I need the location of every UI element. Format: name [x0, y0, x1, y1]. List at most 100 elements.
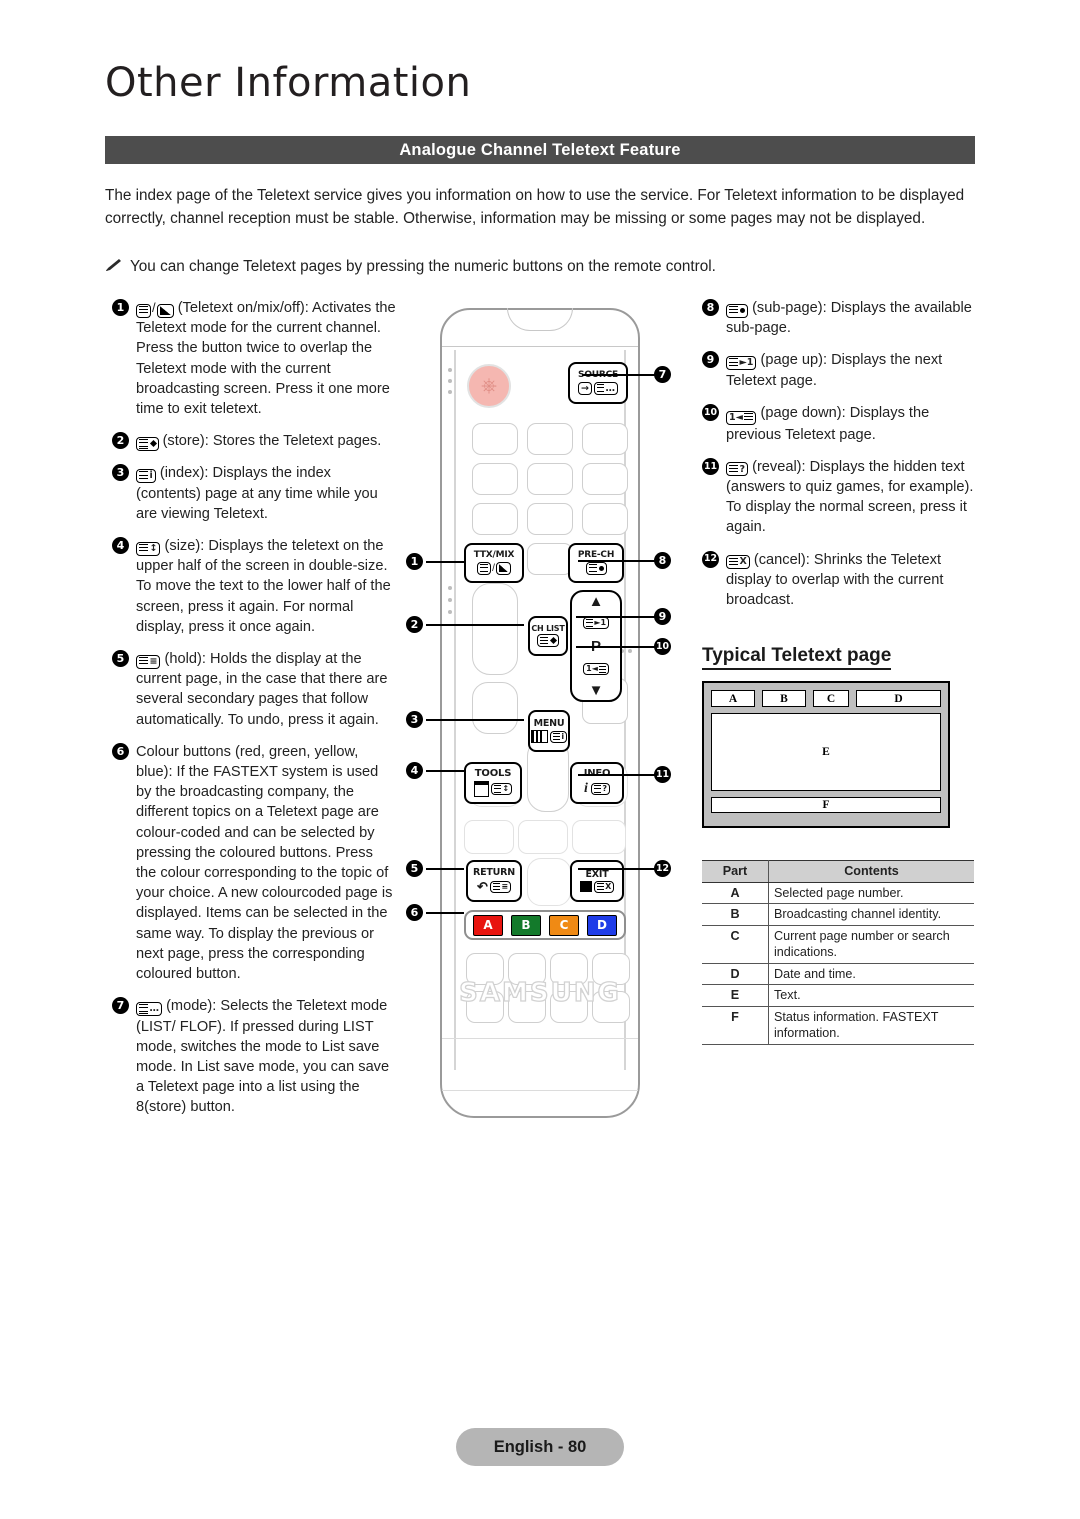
media-key[interactable]	[572, 820, 626, 854]
diagram-part-f: F	[711, 797, 941, 813]
list-item-text: ►1 (page up): Displays the next Teletext…	[726, 350, 980, 390]
column-header-part: Part	[702, 860, 769, 883]
ttx-mix-button[interactable]: TTX/MIX /	[464, 543, 524, 583]
diagram-top-row: A B C D	[711, 690, 941, 707]
callout-number: 1	[112, 299, 129, 316]
list-item-body: (reveal): Displays the hidden text (answ…	[726, 458, 974, 536]
ch-list-button[interactable]: CH LIST	[528, 616, 568, 656]
exit-button[interactable]: EXIT X	[570, 860, 624, 902]
colour-buttons-group[interactable]: A B C D	[464, 910, 626, 940]
source-arrow-icon: →	[578, 381, 592, 395]
numeric-key[interactable]	[472, 463, 518, 495]
table-row: F Status information. FASTEXT informatio…	[702, 1006, 974, 1045]
info-button[interactable]: INFO i ?	[570, 762, 624, 804]
menu-bars-icon	[530, 730, 548, 743]
list-item-text: X (cancel): Shrinks the Teletext display…	[726, 550, 980, 611]
numeric-key[interactable]	[527, 503, 573, 535]
list-item: 1 / (Teletext on/mix/off): Activates the…	[112, 298, 397, 419]
callout-7: 7	[654, 366, 671, 383]
numeric-key[interactable]	[582, 423, 628, 455]
numeric-key[interactable]	[582, 503, 628, 535]
list-item: 8 (sub-page): Displays the available sub…	[702, 298, 980, 338]
pre-ch-button[interactable]: PRE-CH	[568, 543, 624, 583]
teletext-pagedown-icon: 1◄	[583, 663, 609, 676]
right-description-column: 8 (sub-page): Displays the available sub…	[702, 298, 980, 622]
teletext-store-icon	[136, 436, 159, 451]
teletext-pageup-icon: ►1	[726, 355, 757, 370]
cell-part: C	[702, 925, 769, 964]
mute-key[interactable]	[472, 682, 518, 734]
colour-button-a[interactable]: A	[473, 914, 503, 936]
cell-contents: Date and time.	[768, 963, 974, 985]
list-item-body: (store): Stores the Teletext pages.	[162, 433, 382, 450]
callout-number: 12	[702, 550, 719, 568]
table-header-row: Part Contents	[702, 860, 974, 883]
list-item: 6 Colour buttons (red, green, yellow, bl…	[112, 742, 397, 984]
list-item: 10 1◄ (page down): Displays the previous…	[702, 403, 980, 445]
callout-number: 10	[702, 403, 719, 421]
center-key[interactable]	[527, 858, 571, 906]
list-item-body: Colour buttons (red, green, yellow, blue…	[136, 743, 393, 983]
callout-4: 4	[406, 762, 423, 779]
media-key[interactable]	[464, 820, 514, 854]
return-button[interactable]: RETURN ↶ ≡	[466, 860, 522, 902]
list-item: 11 ? (reveal): Displays the hidden text …	[702, 457, 980, 538]
media-key[interactable]	[518, 820, 568, 854]
teletext-onmixoff-icon	[136, 303, 151, 318]
leader-line-8	[578, 560, 656, 562]
numeric-key[interactable]	[527, 543, 573, 575]
pencil-icon	[105, 257, 122, 280]
power-button[interactable]: ⎈	[467, 364, 511, 408]
list-item-body: (cancel): Shrinks the Teletext display t…	[726, 551, 944, 608]
cell-contents: Current page number or search indication…	[768, 925, 974, 964]
list-item-body: (index): Displays the index (contents) p…	[136, 465, 378, 522]
remote-rail-left	[454, 350, 456, 1070]
diagram-part-a: A	[711, 690, 755, 707]
colour-button-d[interactable]: D	[587, 914, 617, 936]
remote-body: ⎈ SAMSUNG SOURCE → … TTX/MIX / PRE-CH ▲ …	[440, 308, 640, 1118]
callout-number: 9	[702, 351, 719, 369]
teletext-mode-icon: …	[136, 1001, 162, 1016]
table-row: E Text.	[702, 984, 974, 1007]
colour-button-c[interactable]: C	[549, 914, 579, 936]
callout-2: 2	[406, 616, 423, 633]
typical-teletext-page-title: Typical Teletext page	[702, 645, 892, 670]
leader-line-2	[426, 624, 524, 626]
remote-divider-upper	[442, 1038, 638, 1039]
remote-side-dots	[448, 586, 452, 622]
teletext-mix-icon	[156, 303, 174, 318]
source-button[interactable]: SOURCE → …	[568, 362, 628, 404]
leader-line-9	[576, 616, 656, 618]
teletext-reveal-icon: ?	[726, 462, 749, 477]
manual-page: Other Information Analogue Channel Telet…	[0, 0, 1080, 1519]
table-row: D Date and time.	[702, 963, 974, 985]
callout-number: 5	[112, 650, 129, 668]
note-text: You can change Teletext pages by pressin…	[130, 258, 716, 275]
section-title: Analogue Channel Teletext Feature	[399, 140, 681, 159]
colour-button-b[interactable]: B	[511, 914, 541, 936]
numeric-key[interactable]	[472, 423, 518, 455]
cell-contents: Text.	[768, 984, 974, 1007]
numeric-key[interactable]	[472, 503, 518, 535]
note-row: You can change Teletext pages by pressin…	[105, 255, 975, 280]
volume-rocker[interactable]	[472, 583, 518, 675]
teletext-subpage-icon	[726, 303, 748, 318]
remote-top-notch	[507, 308, 573, 331]
callout-10: 10	[654, 638, 671, 655]
teletext-hold-icon: ≡	[136, 654, 161, 669]
parts-table: Part Contents A Selected page number. B …	[702, 860, 974, 1045]
numeric-key[interactable]	[582, 463, 628, 495]
list-item-text: i (index): Displays the index (contents)…	[136, 463, 397, 524]
numeric-key[interactable]	[527, 463, 573, 495]
diagram-part-c: C	[813, 690, 849, 707]
callout-number: 4	[112, 537, 129, 555]
tools-button[interactable]: TOOLS ↕	[464, 762, 522, 804]
info-i-icon: i	[583, 780, 588, 796]
column-header-contents: Contents	[768, 860, 974, 883]
brand-logo: SAMSUNG	[459, 977, 621, 1008]
table-row: B Broadcasting channel identity.	[702, 903, 974, 926]
intro-paragraph: The index page of the Teletext service g…	[105, 187, 965, 227]
list-item-body: (sub-page): Displays the available sub-p…	[726, 300, 972, 337]
menu-button[interactable]: MENU i	[528, 710, 570, 752]
numeric-key[interactable]	[527, 423, 573, 455]
